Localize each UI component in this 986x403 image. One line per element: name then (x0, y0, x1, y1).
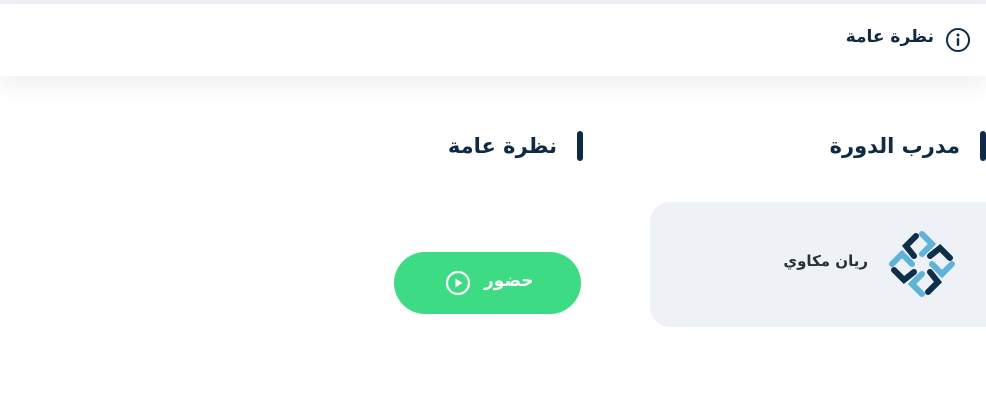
section-title-overview-text: نظرة عامة (447, 134, 557, 158)
tab-overview-label: نظرة عامة (845, 27, 934, 47)
info-circle-icon (945, 27, 971, 53)
section-title-bar (980, 131, 986, 161)
trainer-name: ريان مكاوي (783, 252, 868, 270)
attend-button[interactable]: حضور (394, 252, 581, 314)
page: نظرة عامة مدرب الدورة نظرة عامة ريان مكا… (0, 0, 986, 403)
section-title-trainer: مدرب الدورة (830, 131, 986, 161)
trainer-card[interactable]: ريان مكاوي (650, 202, 986, 327)
tab-bar: نظرة عامة (0, 4, 986, 76)
trainer-logo-icon (884, 226, 960, 302)
section-title-bar (577, 131, 583, 161)
section-title-trainer-text: مدرب الدورة (829, 134, 960, 158)
tab-overview[interactable]: نظرة عامة (826, 4, 986, 76)
attend-button-label: حضور (484, 271, 534, 291)
section-title-overview: نظرة عامة (448, 131, 583, 161)
play-circle-icon (445, 270, 471, 296)
